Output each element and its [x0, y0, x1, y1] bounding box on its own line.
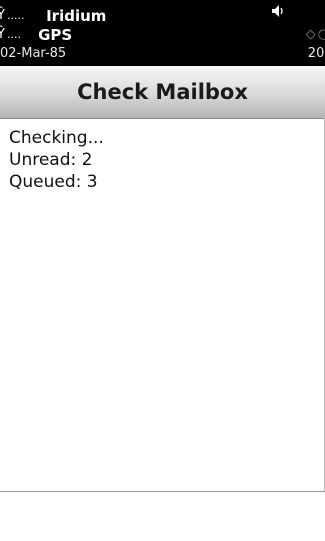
signal-strength-dots: ....: [7, 28, 21, 41]
softkey-bar: [0, 492, 325, 541]
clock-label: 20:0: [307, 46, 325, 61]
gps-status-row: Ŷ .... GPS: [0, 25, 72, 45]
signal-strength-dots: .....: [7, 9, 25, 22]
iridium-label: Iridium: [46, 7, 107, 25]
mailbox-status-panel: Checking... Unread: 2 Queued: 3: [9, 127, 309, 193]
speaker-icon: [272, 5, 283, 17]
iridium-status-row: Ŷ ..... Iridium: [0, 6, 106, 26]
gps-status-icon: ◇○: [305, 27, 325, 42]
gps-signal-indicator: Ŷ ....: [0, 25, 33, 45]
queued-count-text: Queued: 3: [9, 172, 98, 192]
iridium-signal-indicator: Ŷ .....: [0, 6, 41, 26]
status-bar: Ŷ ..... Iridium Ŷ .... GPS ◇○ 02-Mar-85 …: [0, 0, 325, 66]
antenna-icon: Ŷ: [0, 27, 5, 42]
antenna-icon: Ŷ: [0, 8, 5, 23]
checking-status-text: Checking...: [9, 128, 104, 148]
unread-count-text: Unread: 2: [9, 150, 93, 170]
gps-label: GPS: [38, 26, 73, 44]
page-title: Check Mailbox: [0, 66, 325, 119]
date-label: 02-Mar-85: [0, 46, 67, 61]
